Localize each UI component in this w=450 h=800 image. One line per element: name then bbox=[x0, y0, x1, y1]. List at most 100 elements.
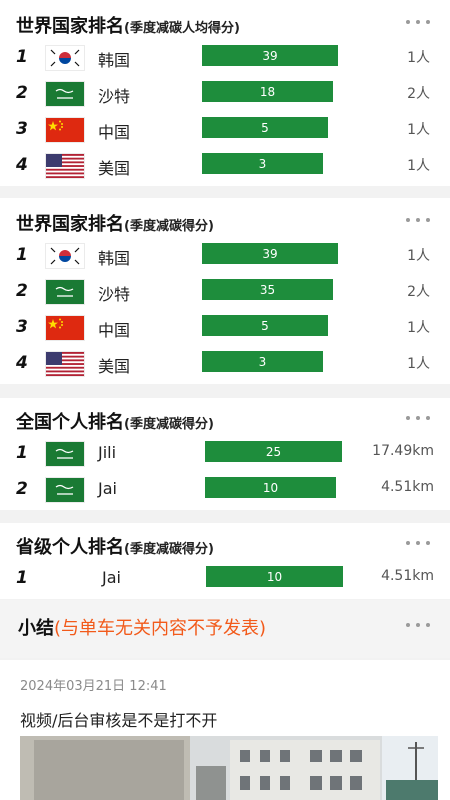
section-subtitle: (季度减碳得分) bbox=[124, 542, 214, 557]
section-title: 世界国家排名(季度减碳人均得分) bbox=[16, 16, 240, 37]
post-card: 2024年03月21日 12:41 视频/后台审核是不是打不开 bbox=[0, 660, 450, 800]
more-options-icon[interactable] bbox=[406, 620, 430, 630]
more-options-icon[interactable] bbox=[406, 215, 430, 225]
country-name: 韩国 bbox=[98, 249, 131, 268]
saudi-arabia-flag-icon bbox=[46, 478, 84, 502]
score-value: 18 bbox=[259, 84, 276, 99]
china-flag-icon bbox=[46, 316, 84, 340]
score-value: 25 bbox=[265, 444, 282, 459]
more-options-icon[interactable] bbox=[406, 17, 430, 27]
ranking-row: 2 沙特 35 2人 bbox=[0, 274, 450, 310]
score-value: 5 bbox=[261, 120, 269, 135]
score-value: 10 bbox=[266, 569, 283, 584]
country-name: 沙特 bbox=[98, 87, 131, 106]
user-name: Jili bbox=[98, 443, 117, 462]
ranking-row: 2 Jai 10 4.51km bbox=[0, 472, 450, 508]
country-name: 沙特 bbox=[98, 285, 131, 304]
rank-number: 1 bbox=[16, 568, 28, 588]
national-individual-ranking-card: 全国个人排名(季度减碳得分) 1 Jili 25 17.49km 2 Jai 1… bbox=[0, 398, 450, 510]
score-bar: 3 bbox=[202, 153, 323, 174]
score-bar: 5 bbox=[202, 117, 328, 138]
score-value: 5 bbox=[261, 318, 269, 333]
rank-number: 4 bbox=[16, 155, 28, 175]
people-count: 2人 bbox=[407, 86, 430, 102]
summary-title: 小结(与单车无关内容不予发表) bbox=[18, 618, 267, 639]
score-bar: 10 bbox=[206, 566, 343, 587]
distance-value: 17.49km bbox=[372, 443, 434, 459]
usa-flag-icon bbox=[46, 352, 84, 376]
score-value: 39 bbox=[262, 246, 278, 261]
score-bar: 25 bbox=[205, 441, 342, 462]
ranking-row: 4 美国 3 1人 bbox=[0, 346, 450, 382]
distance-value: 4.51km bbox=[381, 568, 434, 584]
country-name: 中国 bbox=[98, 123, 131, 142]
score-value: 3 bbox=[258, 354, 267, 369]
saudi-arabia-flag-icon bbox=[46, 82, 84, 106]
post-text: 视频/后台审核是不是打不开 bbox=[20, 711, 218, 730]
rank-number: 2 bbox=[16, 281, 28, 301]
score-value: 10 bbox=[262, 480, 279, 495]
people-count: 2人 bbox=[407, 284, 430, 300]
section-title: 省级个人排名(季度减碳得分) bbox=[16, 537, 214, 558]
score-bar: 3 bbox=[202, 351, 323, 372]
rank-number: 1 bbox=[16, 47, 28, 67]
rank-number: 2 bbox=[16, 479, 28, 499]
summary-header: 小结(与单车无关内容不予发表) bbox=[0, 600, 450, 658]
score-bar: 10 bbox=[205, 477, 336, 498]
score-bar: 18 bbox=[202, 81, 333, 102]
people-count: 1人 bbox=[407, 122, 430, 138]
score-bar: 5 bbox=[202, 315, 328, 336]
people-count: 1人 bbox=[407, 248, 430, 264]
rank-number: 3 bbox=[16, 317, 28, 337]
score-value: 3 bbox=[258, 156, 267, 171]
section-subtitle: (季度减碳得分) bbox=[124, 417, 214, 432]
rank-number: 4 bbox=[16, 353, 28, 373]
user-name: Jai bbox=[102, 568, 121, 587]
people-count: 1人 bbox=[407, 158, 430, 174]
ranking-row: 3 中国 5 1人 bbox=[0, 112, 450, 148]
south-korea-flag-icon bbox=[46, 46, 84, 70]
ranking-row: 1 Jili 25 17.49km bbox=[0, 436, 450, 472]
country-ranking-per-capita-card: 世界国家排名(季度减碳人均得分) 1 韩国 39 1人 2 沙特 18 2人 3… bbox=[0, 0, 450, 186]
section-title: 全国个人排名(季度减碳得分) bbox=[16, 412, 214, 433]
post-photo[interactable] bbox=[20, 736, 438, 800]
china-flag-icon bbox=[46, 118, 84, 142]
score-value: 39 bbox=[262, 48, 278, 63]
country-name: 美国 bbox=[98, 159, 131, 178]
ranking-row: 1 韩国 39 1人 bbox=[0, 238, 450, 274]
score-bar: 39 bbox=[202, 243, 338, 264]
south-korea-flag-icon bbox=[46, 244, 84, 268]
score-bar: 39 bbox=[202, 45, 338, 66]
country-name: 韩国 bbox=[98, 51, 131, 70]
saudi-arabia-flag-icon bbox=[46, 442, 84, 466]
ranking-row: 3 中国 5 1人 bbox=[0, 310, 450, 346]
section-subtitle: (季度减碳人均得分) bbox=[124, 21, 240, 36]
more-options-icon[interactable] bbox=[406, 538, 430, 548]
ranking-row: 1 Jai 10 4.51km bbox=[0, 561, 450, 597]
ranking-row: 2 沙特 18 2人 bbox=[0, 76, 450, 112]
rank-number: 1 bbox=[16, 245, 28, 265]
people-count: 1人 bbox=[407, 50, 430, 66]
post-timestamp: 2024年03月21日 12:41 bbox=[20, 679, 167, 694]
country-name: 美国 bbox=[98, 357, 131, 376]
people-count: 1人 bbox=[407, 320, 430, 336]
people-count: 1人 bbox=[407, 356, 430, 372]
rank-number: 1 bbox=[16, 443, 28, 463]
country-ranking-total-card: 世界国家排名(季度减碳得分) 1 韩国 39 1人 2 沙特 35 2人 3 中… bbox=[0, 198, 450, 384]
summary-note: (与单车无关内容不予发表) bbox=[54, 618, 267, 639]
rank-number: 3 bbox=[16, 119, 28, 139]
ranking-row: 4 美国 3 1人 bbox=[0, 148, 450, 184]
score-value: 35 bbox=[259, 282, 276, 297]
score-bar: 35 bbox=[202, 279, 333, 300]
provincial-individual-ranking-card: 省级个人排名(季度减碳得分) 1 Jai 10 4.51km bbox=[0, 523, 450, 599]
section-subtitle: (季度减碳得分) bbox=[124, 219, 214, 234]
distance-value: 4.51km bbox=[381, 479, 434, 495]
user-name: Jai bbox=[98, 479, 117, 498]
usa-flag-icon bbox=[46, 154, 84, 178]
more-options-icon[interactable] bbox=[406, 413, 430, 423]
country-name: 中国 bbox=[98, 321, 131, 340]
rank-number: 2 bbox=[16, 83, 28, 103]
saudi-arabia-flag-icon bbox=[46, 280, 84, 304]
ranking-row: 1 韩国 39 1人 bbox=[0, 40, 450, 76]
section-title: 世界国家排名(季度减碳得分) bbox=[16, 214, 214, 235]
